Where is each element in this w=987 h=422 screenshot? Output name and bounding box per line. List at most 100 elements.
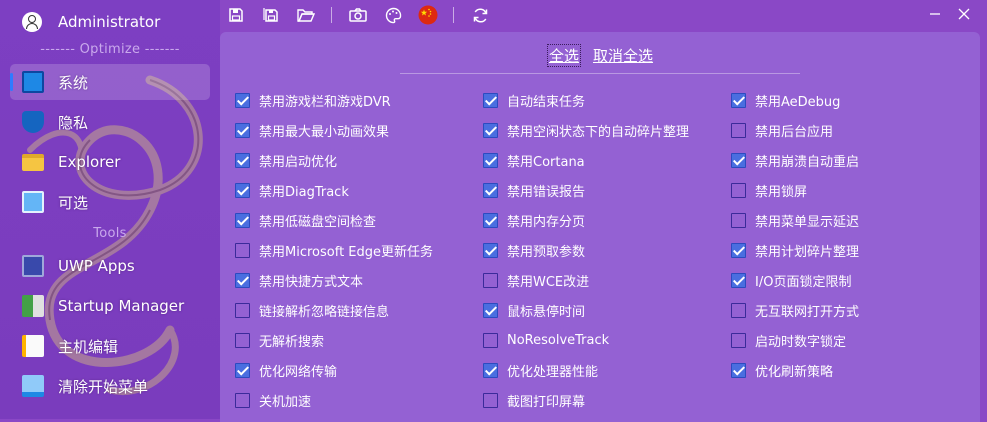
open-folder-button[interactable]: [296, 5, 316, 25]
sidebar-item-clear-start-menu[interactable]: 清除开始菜单: [10, 368, 210, 404]
checkbox-checked[interactable]: [483, 182, 498, 198]
option-row[interactable]: 禁用菜单显示延迟: [731, 210, 859, 230]
option-row[interactable]: 禁用内存分页: [483, 210, 585, 230]
checkbox-unchecked[interactable]: [235, 332, 250, 348]
option-row[interactable]: I/O页面锁定限制: [731, 270, 851, 290]
option-row[interactable]: 禁用启动优化: [235, 150, 337, 170]
checkbox-unchecked[interactable]: [731, 302, 746, 318]
checkbox-checked[interactable]: [483, 122, 498, 138]
screenshot-button[interactable]: [348, 5, 368, 25]
checkbox-checked[interactable]: [731, 92, 746, 108]
sidebar-item-label: Explorer: [58, 153, 121, 171]
sidebar-item-label: 清除开始菜单: [58, 377, 149, 396]
checkbox-unchecked[interactable]: [235, 302, 250, 318]
option-label: 启动时数字锁定: [755, 334, 847, 350]
option-label: 禁用空闲状态下的自动碎片整理: [507, 124, 690, 140]
user-profile[interactable]: Administrator: [22, 10, 160, 34]
checkbox-checked[interactable]: [483, 302, 498, 318]
checkbox-unchecked[interactable]: [235, 392, 250, 408]
close-button[interactable]: [954, 4, 974, 24]
option-row[interactable]: 优化刷新策略: [731, 360, 833, 380]
checkbox-unchecked[interactable]: [731, 212, 746, 228]
checkbox-unchecked[interactable]: [483, 272, 498, 288]
checkbox-checked[interactable]: [235, 362, 250, 378]
option-label: 截图打印屏幕: [507, 394, 586, 410]
option-row[interactable]: 关机加速: [235, 390, 311, 410]
option-row[interactable]: 禁用Cortana: [483, 150, 585, 170]
shield-icon: [22, 111, 44, 133]
checkbox-checked[interactable]: [235, 182, 250, 198]
option-row[interactable]: 禁用后台应用: [731, 120, 833, 140]
checkbox-unchecked[interactable]: [483, 392, 498, 408]
checkbox-checked[interactable]: [731, 242, 746, 258]
checkbox-checked[interactable]: [235, 122, 250, 138]
checkbox-unchecked[interactable]: [483, 332, 498, 348]
sidebar-item-explorer[interactable]: Explorer: [10, 144, 210, 180]
option-row[interactable]: 禁用WCE改进: [483, 270, 589, 290]
checkbox-unchecked[interactable]: [731, 122, 746, 138]
option-label: 优化刷新策略: [755, 364, 834, 380]
checkbox-checked[interactable]: [731, 272, 746, 288]
option-row[interactable]: 优化处理器性能: [483, 360, 598, 380]
sidebar-item-startup-manager[interactable]: Startup Manager: [10, 288, 210, 324]
language-button[interactable]: [418, 5, 438, 25]
option-row[interactable]: 截图打印屏幕: [483, 390, 585, 410]
sidebar-item-optional[interactable]: 可选: [10, 184, 210, 220]
option-row[interactable]: 无互联网打开方式: [731, 300, 859, 320]
sidebar-item-uwp-apps[interactable]: UWP Apps: [10, 248, 210, 284]
minimize-button[interactable]: [925, 4, 945, 24]
toolbar: [226, 4, 505, 26]
sidebar-item-label: UWP Apps: [58, 257, 135, 275]
user-name: Administrator: [58, 13, 161, 31]
save-button[interactable]: [226, 5, 246, 25]
checkbox-unchecked[interactable]: [731, 182, 746, 198]
option-row[interactable]: 鼠标悬停时间: [483, 300, 585, 320]
option-row[interactable]: 禁用快捷方式文本: [235, 270, 363, 290]
option-label: 禁用最大最小动画效果: [259, 124, 390, 140]
option-row[interactable]: 禁用Microsoft Edge更新任务: [235, 240, 433, 260]
option-label: 优化网络传输: [259, 364, 338, 380]
option-row[interactable]: 禁用空闲状态下的自动碎片整理: [483, 120, 689, 140]
checkbox-checked[interactable]: [483, 242, 498, 258]
select-all-link[interactable]: 全选: [546, 44, 581, 67]
checkbox-checked[interactable]: [483, 152, 498, 168]
sidebar-item-system[interactable]: 系统: [10, 64, 210, 100]
checkbox-checked[interactable]: [483, 92, 498, 108]
theme-button[interactable]: [383, 5, 403, 25]
checkbox-checked[interactable]: [483, 362, 498, 378]
camera-icon: [349, 8, 367, 22]
checkbox-checked[interactable]: [235, 152, 250, 168]
option-row[interactable]: 启动时数字锁定: [731, 330, 846, 350]
checkbox-checked[interactable]: [731, 152, 746, 168]
checkbox-checked[interactable]: [235, 272, 250, 288]
option-row[interactable]: 禁用预取参数: [483, 240, 585, 260]
option-label: 禁用Microsoft Edge更新任务: [259, 244, 434, 260]
save-all-button[interactable]: [261, 5, 281, 25]
china-flag-icon: [418, 5, 438, 25]
refresh-button[interactable]: [470, 5, 490, 25]
checkbox-checked[interactable]: [235, 92, 250, 108]
option-row[interactable]: 禁用AeDebug: [731, 90, 840, 110]
option-row[interactable]: 禁用锁屏: [731, 180, 807, 200]
deselect-all-link[interactable]: 取消全选: [593, 45, 653, 66]
option-row[interactable]: 无解析搜索: [235, 330, 324, 350]
sidebar-item-privacy[interactable]: 隐私: [10, 104, 210, 140]
checkbox-checked[interactable]: [483, 212, 498, 228]
checkbox-unchecked[interactable]: [235, 242, 250, 258]
sidebar-item-label: 主机编辑: [58, 337, 119, 356]
option-row[interactable]: 禁用游戏栏和游戏DVR: [235, 90, 391, 110]
sidebar-item-hosts-editor[interactable]: 主机编辑: [10, 328, 210, 364]
checkbox-unchecked[interactable]: [731, 332, 746, 348]
option-row[interactable]: 链接解析忽略链接信息: [235, 300, 389, 320]
option-row[interactable]: 禁用错误报告: [483, 180, 585, 200]
option-row[interactable]: 禁用最大最小动画效果: [235, 120, 389, 140]
option-row[interactable]: NoResolveTrack: [483, 330, 609, 350]
option-row[interactable]: 禁用计划碎片整理: [731, 240, 859, 260]
option-row[interactable]: 优化网络传输: [235, 360, 337, 380]
checkbox-checked[interactable]: [731, 362, 746, 378]
option-row[interactable]: 禁用崩溃自动重启: [731, 150, 859, 170]
option-row[interactable]: 禁用低磁盘空间检查: [235, 210, 376, 230]
option-row[interactable]: 自动结束任务: [483, 90, 585, 110]
option-row[interactable]: 禁用DiagTrack: [235, 180, 349, 200]
checkbox-checked[interactable]: [235, 212, 250, 228]
